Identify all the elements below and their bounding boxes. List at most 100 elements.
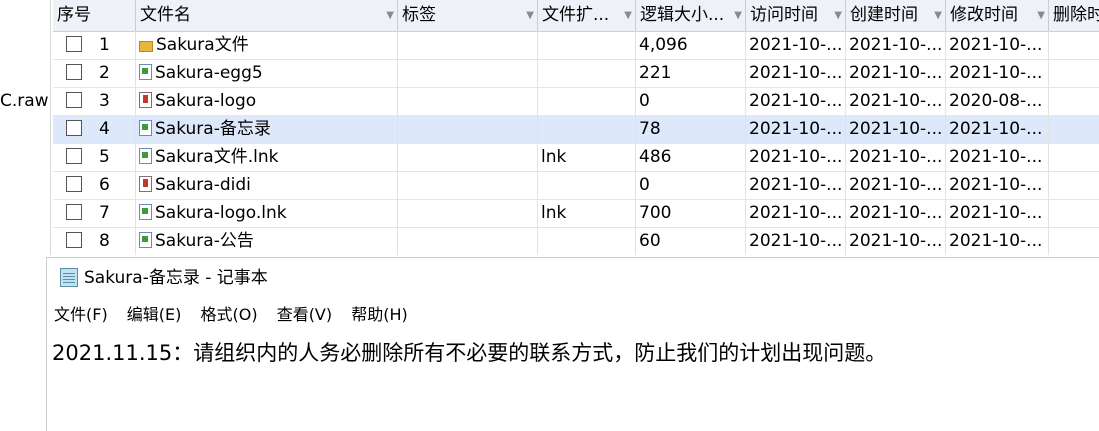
filter-icon[interactable]: ▼ bbox=[834, 0, 842, 31]
delete-time-cell bbox=[1049, 143, 1099, 171]
notepad-title-bar[interactable]: Sakura-备忘录 - 记事本 bbox=[60, 266, 268, 290]
row-index-cell: 4 bbox=[53, 115, 136, 143]
table-row[interactable]: 7 Sakura-logo.lnk lnk 700 2021-10-... 2021-10… bbox=[53, 199, 1099, 228]
row-number: 7 bbox=[99, 203, 110, 223]
folder-icon bbox=[139, 41, 153, 52]
size-cell: 486 bbox=[636, 143, 746, 171]
tag-cell bbox=[398, 199, 538, 227]
filter-icon[interactable]: ▼ bbox=[624, 0, 632, 31]
size-cell: 0 bbox=[636, 87, 746, 115]
row-index-cell: 3 bbox=[53, 87, 136, 115]
modify-cell: 2021-10-... bbox=[946, 227, 1049, 255]
delete-time-cell bbox=[1049, 31, 1099, 59]
filter-icon[interactable]: ▼ bbox=[1037, 0, 1045, 31]
size-cell: 60 bbox=[636, 227, 746, 255]
row-index-cell: 5 bbox=[53, 143, 136, 171]
notepad-menu-bar: 文件(F) 编辑(E) 格式(O) 查看(V) 帮助(H) bbox=[54, 303, 422, 327]
filename-cell: Sakura-备忘录 bbox=[136, 115, 398, 143]
filename-cell: Sakura-logo bbox=[136, 87, 398, 115]
create-cell: 2021-10-... bbox=[846, 227, 946, 255]
modify-cell: 2021-10-... bbox=[946, 171, 1049, 199]
access-cell: 2021-10-... bbox=[746, 87, 846, 115]
filename-cell: Sakura文件 bbox=[136, 31, 398, 59]
column-header-index[interactable]: 序号 bbox=[53, 0, 136, 31]
image-file-icon bbox=[139, 176, 152, 192]
modify-cell: 2021-10-... bbox=[946, 59, 1049, 87]
filename-text: Sakura-egg5 bbox=[155, 63, 263, 83]
filter-icon[interactable]: ▼ bbox=[526, 0, 534, 31]
column-header-access-time[interactable]: 访问时间 ▼ bbox=[746, 0, 846, 31]
row-checkbox[interactable] bbox=[66, 92, 82, 108]
ext-cell bbox=[538, 59, 636, 87]
menu-format[interactable]: 格式(O) bbox=[201, 305, 258, 324]
ext-cell bbox=[538, 171, 636, 199]
table-row[interactable]: 6 Sakura-didi 0 2021-10-... 2021-10-... 2021-… bbox=[53, 171, 1099, 200]
file-list-table: 序号 文件名 ▼ 标签 ▼ 文件扩... ▼ 逻辑大小... ▼ 访问时间 ▼ 创建时间 ▼… bbox=[53, 0, 1099, 255]
delete-time-cell bbox=[1049, 59, 1099, 87]
pane-divider[interactable] bbox=[50, 0, 51, 255]
modify-cell: 2021-10-... bbox=[946, 31, 1049, 59]
row-checkbox[interactable] bbox=[66, 204, 82, 220]
filter-icon[interactable]: ▼ bbox=[386, 0, 394, 31]
size-cell: 78 bbox=[636, 115, 746, 143]
row-checkbox[interactable] bbox=[66, 176, 82, 192]
filename-text: Sakura-didi bbox=[155, 175, 251, 195]
menu-file[interactable]: 文件(F) bbox=[54, 305, 108, 324]
filename-cell: Sakura-egg5 bbox=[136, 59, 398, 87]
row-number: 5 bbox=[99, 147, 110, 167]
modify-cell: 2020-08-... bbox=[946, 87, 1049, 115]
image-file-icon bbox=[139, 92, 152, 108]
delete-time-cell bbox=[1049, 115, 1099, 143]
filter-icon[interactable]: ▼ bbox=[934, 0, 942, 31]
column-header-filename[interactable]: 文件名 ▼ bbox=[136, 0, 398, 31]
notepad-text-area[interactable]: 2021.11.15：请组织内的人务必删除所有不必要的联系方式，防止我们的计划出… bbox=[52, 338, 886, 368]
modify-cell: 2021-10-... bbox=[946, 199, 1049, 227]
menu-edit[interactable]: 编辑(E) bbox=[127, 305, 182, 324]
size-cell: 221 bbox=[636, 59, 746, 87]
tag-cell bbox=[398, 115, 538, 143]
column-header-logical-size[interactable]: 逻辑大小... ▼ bbox=[636, 0, 746, 31]
modify-cell: 2021-10-... bbox=[946, 115, 1049, 143]
access-cell: 2021-10-... bbox=[746, 59, 846, 87]
create-cell: 2021-10-... bbox=[846, 143, 946, 171]
row-number: 4 bbox=[99, 119, 110, 139]
column-header-delete-time[interactable]: 删除时 bbox=[1049, 0, 1099, 31]
table-row[interactable]: 2 Sakura-egg5 221 2021-10-... 2021-10-... 202… bbox=[53, 59, 1099, 88]
row-checkbox[interactable] bbox=[66, 120, 82, 136]
table-row[interactable]: 3 Sakura-logo 0 2021-10-... 2021-10-... 2020-… bbox=[53, 87, 1099, 116]
modify-cell: 2021-10-... bbox=[946, 143, 1049, 171]
size-cell: 700 bbox=[636, 199, 746, 227]
row-number: 2 bbox=[99, 63, 110, 83]
table-row[interactable]: 4 Sakura-备忘录 78 2021-10-... 2021-10-... 2021-… bbox=[53, 115, 1099, 144]
table-row[interactable]: 1 Sakura文件 4,096 2021-10-... 2021-10-... 2021… bbox=[53, 31, 1099, 60]
delete-time-cell bbox=[1049, 199, 1099, 227]
column-header-create-time[interactable]: 创建时间 ▼ bbox=[846, 0, 946, 31]
column-header-tag[interactable]: 标签 ▼ bbox=[398, 0, 538, 31]
column-header-modify-time[interactable]: 修改时间 ▼ bbox=[946, 0, 1049, 31]
row-checkbox[interactable] bbox=[66, 64, 82, 80]
row-checkbox[interactable] bbox=[66, 36, 82, 52]
filter-icon[interactable]: ▼ bbox=[734, 0, 742, 31]
menu-view[interactable]: 查看(V) bbox=[277, 305, 332, 324]
filename-cell: Sakura-公告 bbox=[136, 227, 398, 255]
table-row[interactable]: 5 Sakura文件.lnk lnk 486 2021-10-... 2021-10-..… bbox=[53, 143, 1099, 172]
row-checkbox[interactable] bbox=[66, 232, 82, 248]
tag-cell bbox=[398, 227, 538, 255]
file-icon bbox=[139, 120, 152, 136]
access-cell: 2021-10-... bbox=[746, 171, 846, 199]
row-number: 3 bbox=[99, 91, 110, 111]
size-cell: 4,096 bbox=[636, 31, 746, 59]
filename-cell: Sakura文件.lnk bbox=[136, 143, 398, 171]
row-checkbox[interactable] bbox=[66, 148, 82, 164]
table-row[interactable]: 8 Sakura-公告 60 2021-10-... 2021-10-... 2021-1… bbox=[53, 227, 1099, 255]
notepad-window[interactable]: Sakura-备忘录 - 记事本 文件(F) 编辑(E) 格式(O) 查看(V)… bbox=[46, 257, 1099, 431]
filename-cell: Sakura-logo.lnk bbox=[136, 199, 398, 227]
row-number: 8 bbox=[99, 231, 110, 251]
menu-help[interactable]: 帮助(H) bbox=[351, 305, 408, 324]
column-header-extension[interactable]: 文件扩... ▼ bbox=[538, 0, 636, 31]
ext-cell bbox=[538, 31, 636, 59]
row-index-cell: 7 bbox=[53, 199, 136, 227]
tag-cell bbox=[398, 143, 538, 171]
left-pane-item[interactable]: C.raw bbox=[0, 91, 49, 111]
create-cell: 2021-10-... bbox=[846, 199, 946, 227]
